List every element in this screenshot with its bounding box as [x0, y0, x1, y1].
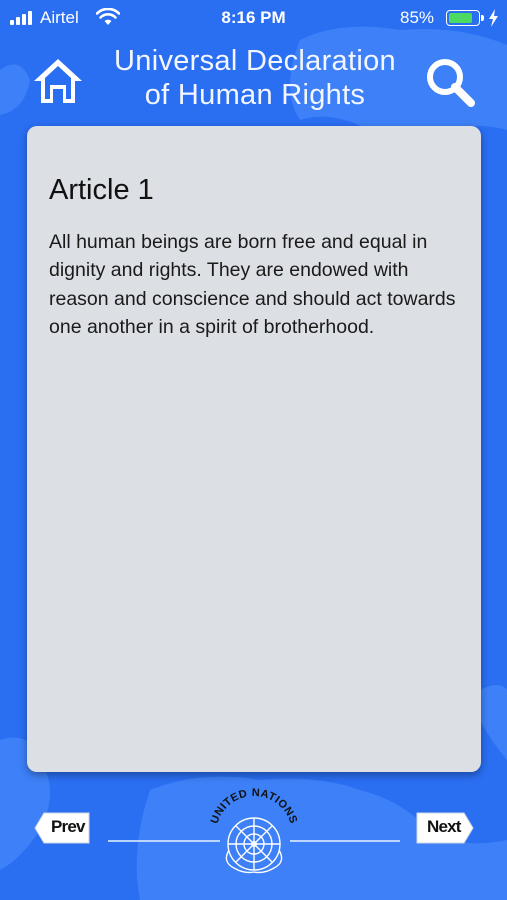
article-title: Article 1: [49, 174, 154, 206]
next-label: Next: [427, 817, 461, 836]
prev-button[interactable]: Prev: [34, 812, 90, 844]
app-title: Universal Declaration of Human Rights: [100, 44, 410, 112]
search-icon[interactable]: [424, 56, 476, 108]
charging-bolt-icon: [489, 9, 498, 27]
app-title-line-1: Universal Declaration: [114, 45, 396, 77]
battery-icon: [446, 10, 480, 26]
battery-percentage: 85%: [400, 8, 435, 27]
home-icon[interactable]: [32, 55, 84, 107]
article-card: Article 1 All human beings are born free…: [27, 126, 481, 772]
next-button[interactable]: Next: [416, 812, 474, 844]
app-header: Universal Declaration of Human Rights: [0, 40, 507, 120]
article-navigation: Prev UNITED NATIONS Next: [0, 788, 507, 888]
battery-level-fill: [449, 13, 472, 23]
status-bar: Airtel 8:16 PM 85%: [0, 0, 507, 36]
article-body: All human beings are born free and equal…: [49, 231, 456, 339]
app-title-line-2: of Human Rights: [144, 79, 366, 111]
united-nations-emblem: UNITED NATIONS: [209, 788, 299, 874]
prev-label: Prev: [51, 817, 85, 836]
battery-terminal: [481, 15, 484, 21]
